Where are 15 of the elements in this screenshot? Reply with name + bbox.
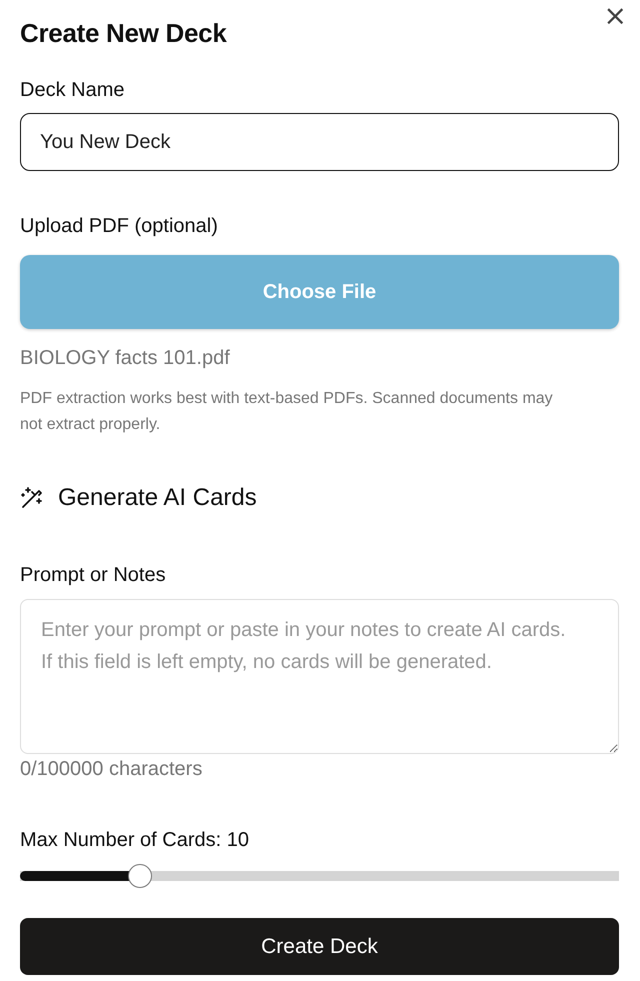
field-label: Prompt or Notes (20, 564, 167, 587)
notes-field[interactable]: Enter your prompt or paste in your notes to create AI cards. If this field is left empty, no cards will be generated. (20, 599, 619, 754)
file-name: BIOLOGY facts 101.pdf (20, 347, 231, 370)
close-button[interactable]: × (604, 4, 627, 28)
input-field[interactable]: You New Deck (20, 113, 619, 171)
dialog-title: Create New Deck (20, 18, 226, 49)
hint-text: PDF extraction works best with text-based PDFs. Scanned documents may not extract properly. (20, 389, 554, 435)
field-label: Upload PDF (optional) (20, 215, 219, 238)
create-deck-button[interactable]: Create Deck (20, 918, 619, 975)
slider-thumb[interactable] (128, 864, 152, 888)
field-label: Deck Name (20, 79, 126, 102)
magic-wand-icon (20, 486, 44, 510)
character-counter: 0/100000 characters (20, 758, 204, 781)
slider-label: Max Number of Cards: 10 (20, 829, 250, 852)
section-title: Generate AI Cards (58, 484, 257, 512)
